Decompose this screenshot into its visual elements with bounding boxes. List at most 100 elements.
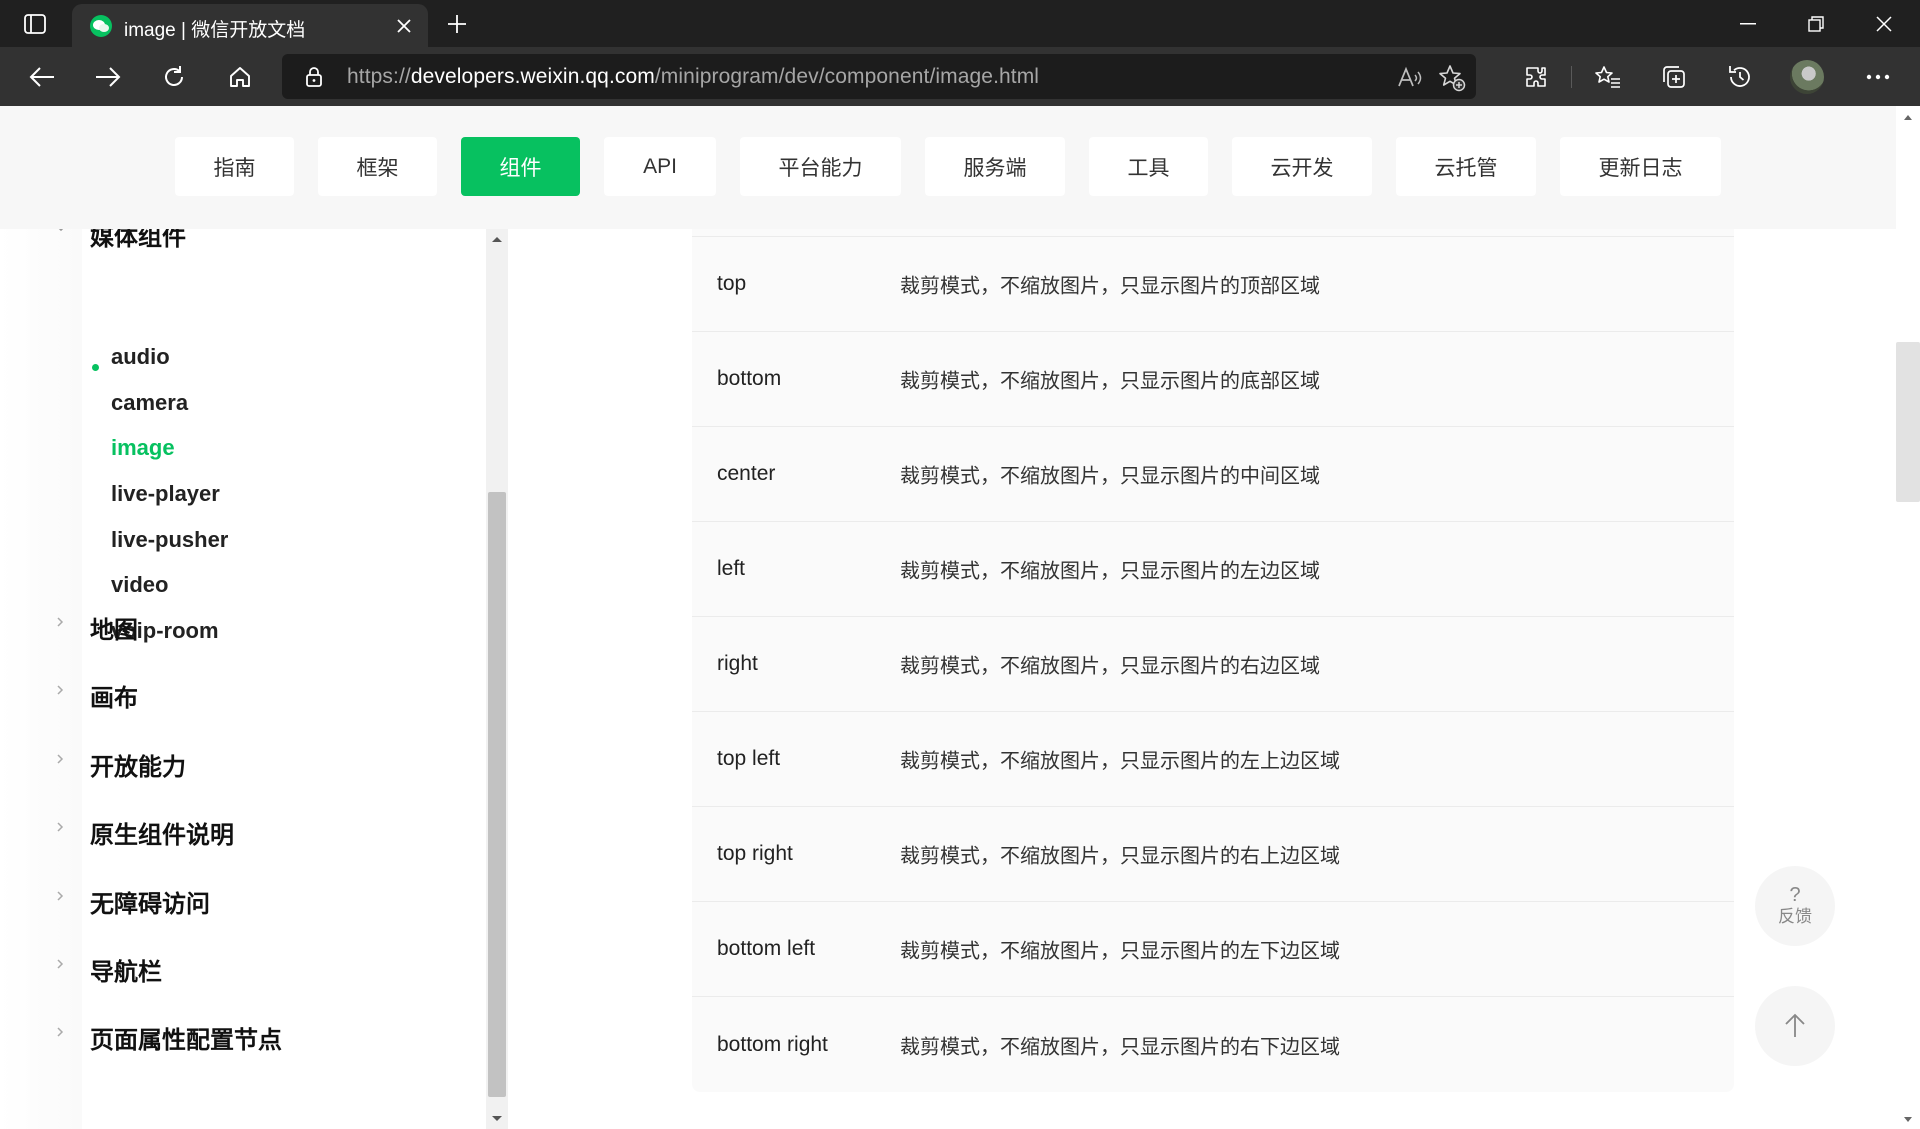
scroll-up-arrow-icon[interactable]: [1903, 114, 1913, 121]
sidebar-group-accessibility[interactable]: 无障碍访问: [90, 884, 210, 919]
table-row: top 裁剪模式，不缩放图片，只显示图片的顶部区域: [692, 237, 1734, 332]
page-viewport: 指南 框架 组件 API 平台能力 服务端 工具 云开发 云托管 更新日志 媒体…: [0, 106, 1896, 1129]
read-aloud-icon[interactable]: [1396, 64, 1424, 92]
active-indicator-dot: [92, 364, 99, 371]
extensions-icon[interactable]: [1516, 57, 1556, 97]
refresh-icon[interactable]: [154, 57, 194, 97]
nav-platform[interactable]: 平台能力: [740, 137, 901, 196]
sidebar-item-live-pusher[interactable]: live-pusher: [111, 527, 228, 553]
scroll-up-arrow-icon[interactable]: [491, 235, 503, 243]
table-cell-desc: 裁剪模式，不缩放图片，只显示图片的右下边区域: [900, 1036, 1340, 1058]
scroll-down-arrow-icon[interactable]: [1903, 1116, 1913, 1123]
table-cell-value: left: [717, 557, 746, 580]
table-cell-desc: 裁剪模式，不缩放图片，只显示图片的左边区域: [900, 560, 1320, 583]
table-cell-desc: 裁剪模式，不缩放图片，只显示图片的中间区域: [900, 465, 1320, 488]
table-cell-desc: 裁剪模式，不缩放图片，只显示图片的顶部区域: [900, 275, 1320, 298]
forward-icon[interactable]: [88, 57, 128, 97]
sidebar-group-map[interactable]: 地图: [90, 610, 138, 645]
scroll-down-arrow-icon[interactable]: [491, 1115, 503, 1123]
table-cell-value: top left: [717, 747, 781, 770]
sidebar-item-camera[interactable]: camera: [111, 390, 188, 416]
restore-icon[interactable]: [1782, 0, 1850, 47]
feedback-label: 反馈: [1778, 907, 1812, 926]
history-icon[interactable]: [1720, 57, 1760, 97]
url-text[interactable]: https://developers.weixin.qq.com/minipro…: [347, 65, 1039, 89]
main-content: top 裁剪模式，不缩放图片，只显示图片的顶部区域 bottom 裁剪模式，不缩放图…: [508, 219, 1896, 1129]
tab-close-icon[interactable]: [392, 14, 416, 38]
close-window-icon[interactable]: [1850, 0, 1918, 47]
table-cell-desc: 裁剪模式，不缩放图片，只显示图片的右上边区域: [900, 845, 1340, 868]
table-cell-value: bottom left: [717, 937, 816, 960]
url-scheme: https://: [347, 65, 411, 88]
favorites-icon[interactable]: [1588, 57, 1628, 97]
back-icon[interactable]: [22, 57, 62, 97]
chevron-right-icon[interactable]: [54, 821, 66, 833]
chevron-right-icon[interactable]: [54, 958, 66, 970]
nav-changelog[interactable]: 更新日志: [1560, 137, 1721, 196]
sidebar-group-page-config[interactable]: 页面属性配置节点: [90, 1020, 282, 1055]
table-cell-desc: 裁剪模式，不缩放图片，只显示图片的左下边区域: [900, 940, 1340, 963]
sidebar-scrollbar[interactable]: [486, 229, 508, 1129]
table-row: top right 裁剪模式，不缩放图片，只显示图片的右上边区域: [692, 807, 1734, 902]
sidebar-group-native-components[interactable]: 原生组件说明: [90, 815, 234, 850]
nav-components[interactable]: 组件: [461, 137, 580, 196]
collections-icon[interactable]: [1654, 57, 1694, 97]
feedback-button[interactable]: ? 反馈: [1755, 866, 1835, 946]
toolbar-separator: [1571, 66, 1572, 88]
page-scrollbar-thumb[interactable]: [1896, 342, 1920, 502]
url-domain: developers.weixin.qq.com: [410, 65, 655, 88]
help-icon: ?: [1789, 884, 1801, 906]
sidebar: 媒体组件 audio camera image live-player live…: [0, 229, 508, 1129]
sidebar-item-live-player[interactable]: live-player: [111, 481, 220, 507]
table-cell-value: bottom: [717, 367, 782, 390]
table-row: center 裁剪模式，不缩放图片，只显示图片的中间区域: [692, 427, 1734, 522]
browser-tab-bar: image | 微信开放文档: [0, 0, 1920, 47]
table-cell-value: top: [717, 272, 747, 295]
back-to-top-button[interactable]: [1755, 986, 1835, 1066]
table-cell-value: top right: [717, 842, 793, 865]
tab-actions-icon[interactable]: [16, 8, 54, 40]
nav-guide[interactable]: 指南: [175, 137, 294, 196]
lock-icon[interactable]: [302, 65, 326, 89]
more-menu-icon[interactable]: [1858, 57, 1898, 97]
sidebar-scrollbar-thumb[interactable]: [488, 492, 506, 1097]
url-path: /miniprogram/dev/component/image.html: [654, 65, 1040, 88]
profile-avatar[interactable]: [1790, 60, 1824, 94]
browser-tab-active[interactable]: image | 微信开放文档: [72, 4, 428, 47]
nav-framework[interactable]: 框架: [318, 137, 437, 196]
sidebar-group-media[interactable]: 媒体组件: [90, 229, 186, 252]
add-favorite-icon[interactable]: [1438, 64, 1466, 92]
nav-tools[interactable]: 工具: [1089, 137, 1208, 196]
sidebar-item-audio[interactable]: audio: [111, 344, 170, 370]
sidebar-group-navbar[interactable]: 导航栏: [90, 952, 162, 987]
table-cell-desc: 裁剪模式，不缩放图片，只显示图片的右边区域: [900, 655, 1320, 678]
table-cell-value: right: [717, 652, 758, 675]
nav-cloud-dev[interactable]: 云开发: [1232, 137, 1372, 196]
nav-api[interactable]: API: [604, 137, 716, 196]
arrow-up-icon: [1785, 1013, 1805, 1037]
sidebar-group-canvas[interactable]: 画布: [90, 678, 138, 713]
sidebar-item-image[interactable]: image: [111, 435, 175, 461]
chevron-right-icon[interactable]: [54, 1026, 66, 1038]
sidebar-item-video[interactable]: video: [111, 572, 168, 598]
chevron-right-icon[interactable]: [54, 616, 66, 628]
chevron-right-icon[interactable]: [54, 684, 66, 696]
nav-cloud-hosting[interactable]: 云托管: [1396, 137, 1536, 196]
address-bar[interactable]: https://developers.weixin.qq.com/minipro…: [282, 54, 1476, 99]
home-icon[interactable]: [220, 57, 260, 97]
tab-title: image | 微信开放文档: [124, 20, 306, 41]
table-row: bottom right 裁剪模式，不缩放图片，只显示图片的右下边区域: [692, 997, 1734, 1092]
table-cell-value: bottom right: [717, 1032, 828, 1056]
table-row: left 裁剪模式，不缩放图片，只显示图片的左边区域: [692, 522, 1734, 617]
page-scrollbar[interactable]: [1896, 106, 1920, 1129]
chevron-right-icon[interactable]: [54, 890, 66, 902]
table-row: right 裁剪模式，不缩放图片，只显示图片的右边区域: [692, 617, 1734, 712]
table-row: bottom 裁剪模式，不缩放图片，只显示图片的底部区域: [692, 332, 1734, 427]
nav-server[interactable]: 服务端: [925, 137, 1065, 196]
chevron-down-icon[interactable]: [54, 229, 68, 235]
chevron-right-icon[interactable]: [54, 753, 66, 765]
minimize-icon[interactable]: [1714, 0, 1782, 47]
new-tab-icon[interactable]: [440, 8, 474, 40]
sidebar-group-open-ability[interactable]: 开放能力: [90, 747, 186, 782]
table-cell-desc: 裁剪模式，不缩放图片，只显示图片的底部区域: [900, 370, 1320, 393]
